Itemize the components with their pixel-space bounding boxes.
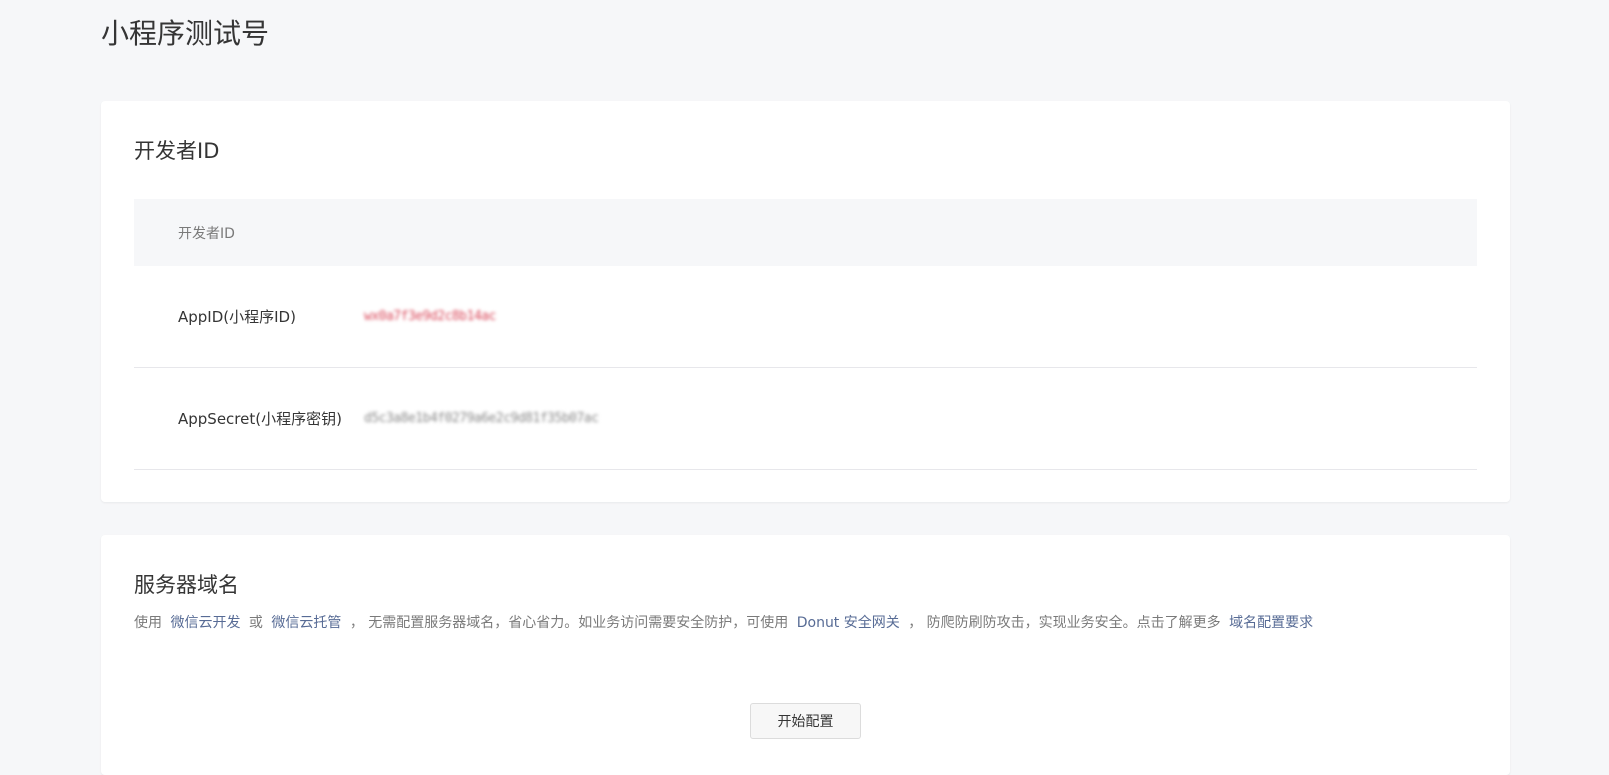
domain-requirements-link[interactable]: 域名配置要求 [1229,615,1313,631]
appsecret-value[interactable]: d5c3a8e1b4f0279a6e2c9d81f35b07ac [364,411,599,426]
server-domain-card-title: 服务器域名 [134,573,239,597]
appsecret-label: AppSecret(小程序密钥) [178,410,342,428]
desc-or: 或 [248,615,263,631]
appid-label: AppID(小程序ID) [178,308,296,326]
developer-id-table-header: 开发者ID [134,199,1477,266]
table-header-label: 开发者ID [178,225,235,242]
appid-row: AppID(小程序ID) wx0a7f3e9d2c8b14ac [134,266,1477,368]
appsecret-row: AppSecret(小程序密钥) d5c3a8e1b4f0279a6e2c9d8… [134,368,1477,470]
donut-gateway-link[interactable]: Donut 安全网关 [797,615,900,631]
start-config-button[interactable]: 开始配置 [750,703,861,739]
desc-tail: ， 防爬防刷防攻击，实现业务安全。点击了解更多 [908,615,1221,631]
desc-middle: ， 无需配置服务器域名，省心省力。如业务访问需要安全防护，可使用 [349,615,789,631]
cloud-host-link[interactable]: 微信云托管 [271,615,341,631]
cloud-dev-link[interactable]: 微信云开发 [170,615,240,631]
desc-prefix: 使用 [134,615,162,631]
developer-id-table: 开发者ID AppID(小程序ID) wx0a7f3e9d2c8b14ac Ap… [134,199,1477,470]
page-title: 小程序测试号 [101,17,270,50]
server-domain-description: 使用 微信云开发 或 微信云托管 ， 无需配置服务器域名，省心省力。如业务访问需… [134,612,1317,634]
developer-id-card-title: 开发者ID [134,139,220,163]
appid-value[interactable]: wx0a7f3e9d2c8b14ac [364,309,496,324]
server-domain-card: 服务器域名 使用 微信云开发 或 微信云托管 ， 无需配置服务器域名，省心省力。… [101,535,1510,775]
developer-id-card: 开发者ID 开发者ID AppID(小程序ID) wx0a7f3e9d2c8b1… [101,101,1510,502]
